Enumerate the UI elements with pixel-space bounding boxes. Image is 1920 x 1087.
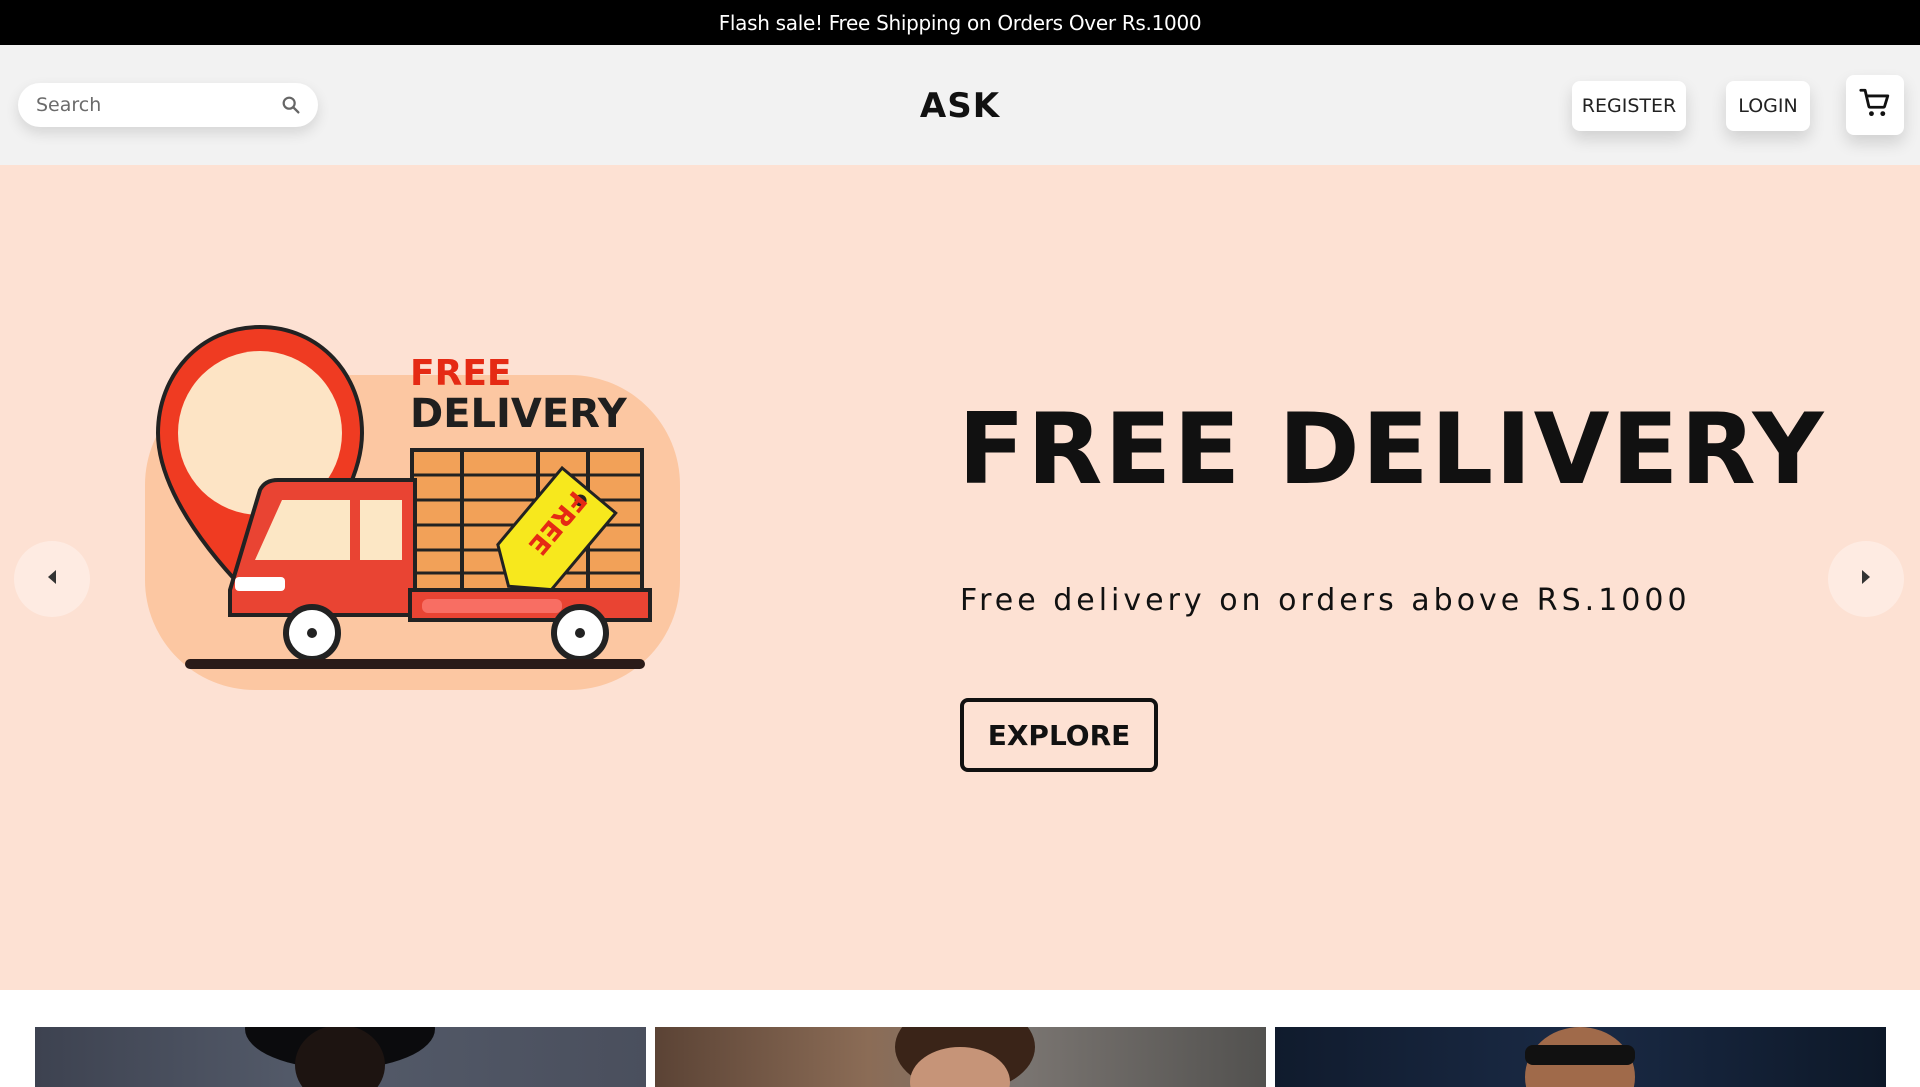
search-icon[interactable] — [280, 94, 302, 116]
free-delivery-illustration: FREE DELIVERY FREE — [145, 324, 680, 690]
register-button[interactable]: REGISTER — [1572, 81, 1686, 131]
hero-title: FREE DELIVERY — [958, 393, 1826, 507]
carousel-prev-button[interactable] — [14, 541, 90, 617]
product-cards-section — [0, 990, 1920, 1087]
carousel-next-button[interactable] — [1828, 541, 1904, 617]
brand-logo[interactable]: ASK — [860, 83, 1060, 129]
chevron-right-icon — [1859, 568, 1873, 590]
illustration-delivery-text: DELIVERY — [410, 391, 628, 437]
search-box — [18, 83, 318, 127]
hero-subtitle: Free delivery on orders above RS.1000 — [960, 583, 1691, 618]
product-card-1[interactable] — [35, 1027, 646, 1087]
search-input[interactable] — [18, 94, 268, 116]
chevron-left-icon — [45, 568, 59, 590]
illustration-free-text: FREE — [410, 353, 512, 394]
announcement-bar: Flash sale! Free Shipping on Orders Over… — [0, 0, 1920, 45]
product-image-2 — [895, 1027, 1035, 1087]
login-button[interactable]: LOGIN — [1726, 81, 1810, 131]
product-image-3 — [1525, 1027, 1635, 1087]
cart-button[interactable] — [1846, 75, 1904, 135]
announcement-text: Flash sale! Free Shipping on Orders Over… — [718, 10, 1202, 35]
explore-button[interactable]: EXPLORE — [960, 698, 1158, 772]
product-card-3[interactable] — [1275, 1027, 1886, 1087]
product-card-2[interactable] — [655, 1027, 1266, 1087]
navbar: ASK REGISTER LOGIN — [0, 45, 1920, 165]
product-image-1 — [245, 1027, 435, 1087]
cart-icon — [1858, 86, 1892, 125]
hero-banner: FREE DELIVERY FREE FREE DELIVERY Free de… — [0, 165, 1920, 990]
